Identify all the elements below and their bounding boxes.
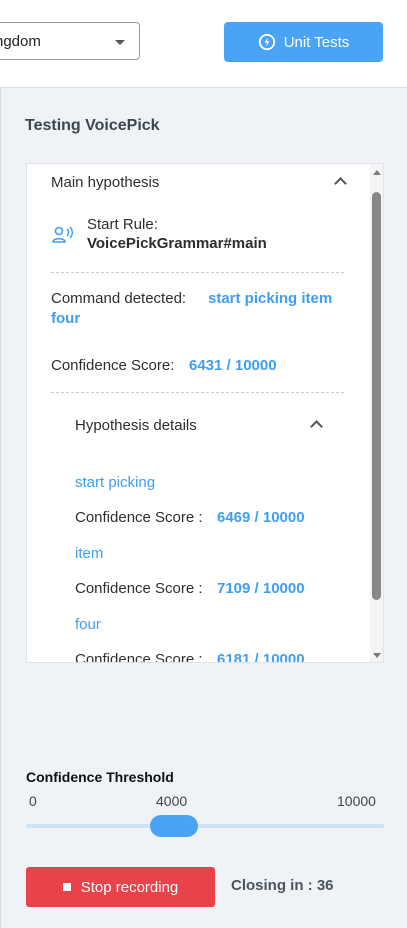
command-detected-label: Command detected: — [51, 290, 187, 307]
divider — [51, 392, 344, 393]
start-rule-label: Start Rule: — [87, 216, 158, 233]
confidence-threshold-label: Confidence Threshold — [26, 769, 174, 785]
stop-icon — [62, 883, 71, 891]
locale-select[interactable]: ngdom — [0, 22, 140, 60]
stop-recording-button[interactable]: Stop recording — [26, 867, 215, 907]
detail-confidence-label: Confidence Score : — [75, 580, 203, 597]
detail-confidence-value: 6181 / 10000 — [217, 651, 305, 663]
scroll-up-arrow-icon[interactable] — [373, 170, 381, 175]
chevron-up-icon[interactable] — [334, 177, 347, 190]
threshold-min-label: 0 — [29, 793, 37, 809]
voice-user-icon — [52, 226, 73, 243]
stop-recording-label: Stop recording — [80, 878, 179, 896]
detail-word: start picking — [75, 474, 156, 491]
scrollbar[interactable] — [370, 164, 383, 662]
scrollbar-thumb[interactable] — [372, 192, 381, 600]
bolt-circle-icon — [258, 33, 275, 51]
chevron-down-icon — [115, 40, 125, 45]
hypothesis-scroll-area[interactable]: Main hypothesis Start Rule: VoicePickGra… — [27, 164, 372, 663]
top-bar: ngdom Unit Tests — [0, 0, 407, 87]
threshold-max-label: 10000 — [337, 793, 376, 809]
detail-word: item — [75, 545, 104, 562]
threshold-current-label: 4000 — [156, 793, 188, 809]
closing-countdown: Closing in : 36 — [231, 877, 334, 894]
detail-confidence-value: 6469 / 10000 — [217, 509, 305, 526]
hypothesis-card[interactable]: Main hypothesis Start Rule: VoicePickGra… — [26, 163, 384, 663]
testing-panel: Testing VoicePick Main hypothesis Start … — [0, 87, 407, 928]
unit-tests-button[interactable]: Unit Tests — [224, 22, 383, 62]
confidence-score-value: 6431 / 10000 — [189, 357, 277, 374]
command-detected-value: start picking item — [208, 290, 333, 307]
hypothesis-details-header[interactable]: Hypothesis details — [75, 417, 197, 434]
detail-word: four — [75, 616, 101, 633]
scroll-down-arrow-icon[interactable] — [373, 653, 381, 658]
start-rule-value: VoicePickGrammar#main — [87, 235, 267, 252]
locale-select-value: ngdom — [0, 33, 41, 50]
main-hypothesis-header[interactable]: Main hypothesis — [51, 174, 159, 191]
detail-confidence-value: 7109 / 10000 — [217, 580, 305, 597]
unit-tests-label: Unit Tests — [283, 33, 350, 51]
detail-confidence-label: Confidence Score : — [75, 651, 203, 663]
detail-confidence-label: Confidence Score : — [75, 509, 203, 526]
panel-title: Testing VoicePick — [25, 117, 160, 134]
divider — [51, 272, 344, 273]
command-detected-value-cont: four — [51, 310, 81, 327]
confidence-score-label: Confidence Score: — [51, 357, 175, 374]
threshold-slider-track[interactable] — [26, 824, 384, 828]
threshold-slider-thumb[interactable] — [150, 815, 198, 837]
chevron-up-icon[interactable] — [310, 420, 323, 433]
